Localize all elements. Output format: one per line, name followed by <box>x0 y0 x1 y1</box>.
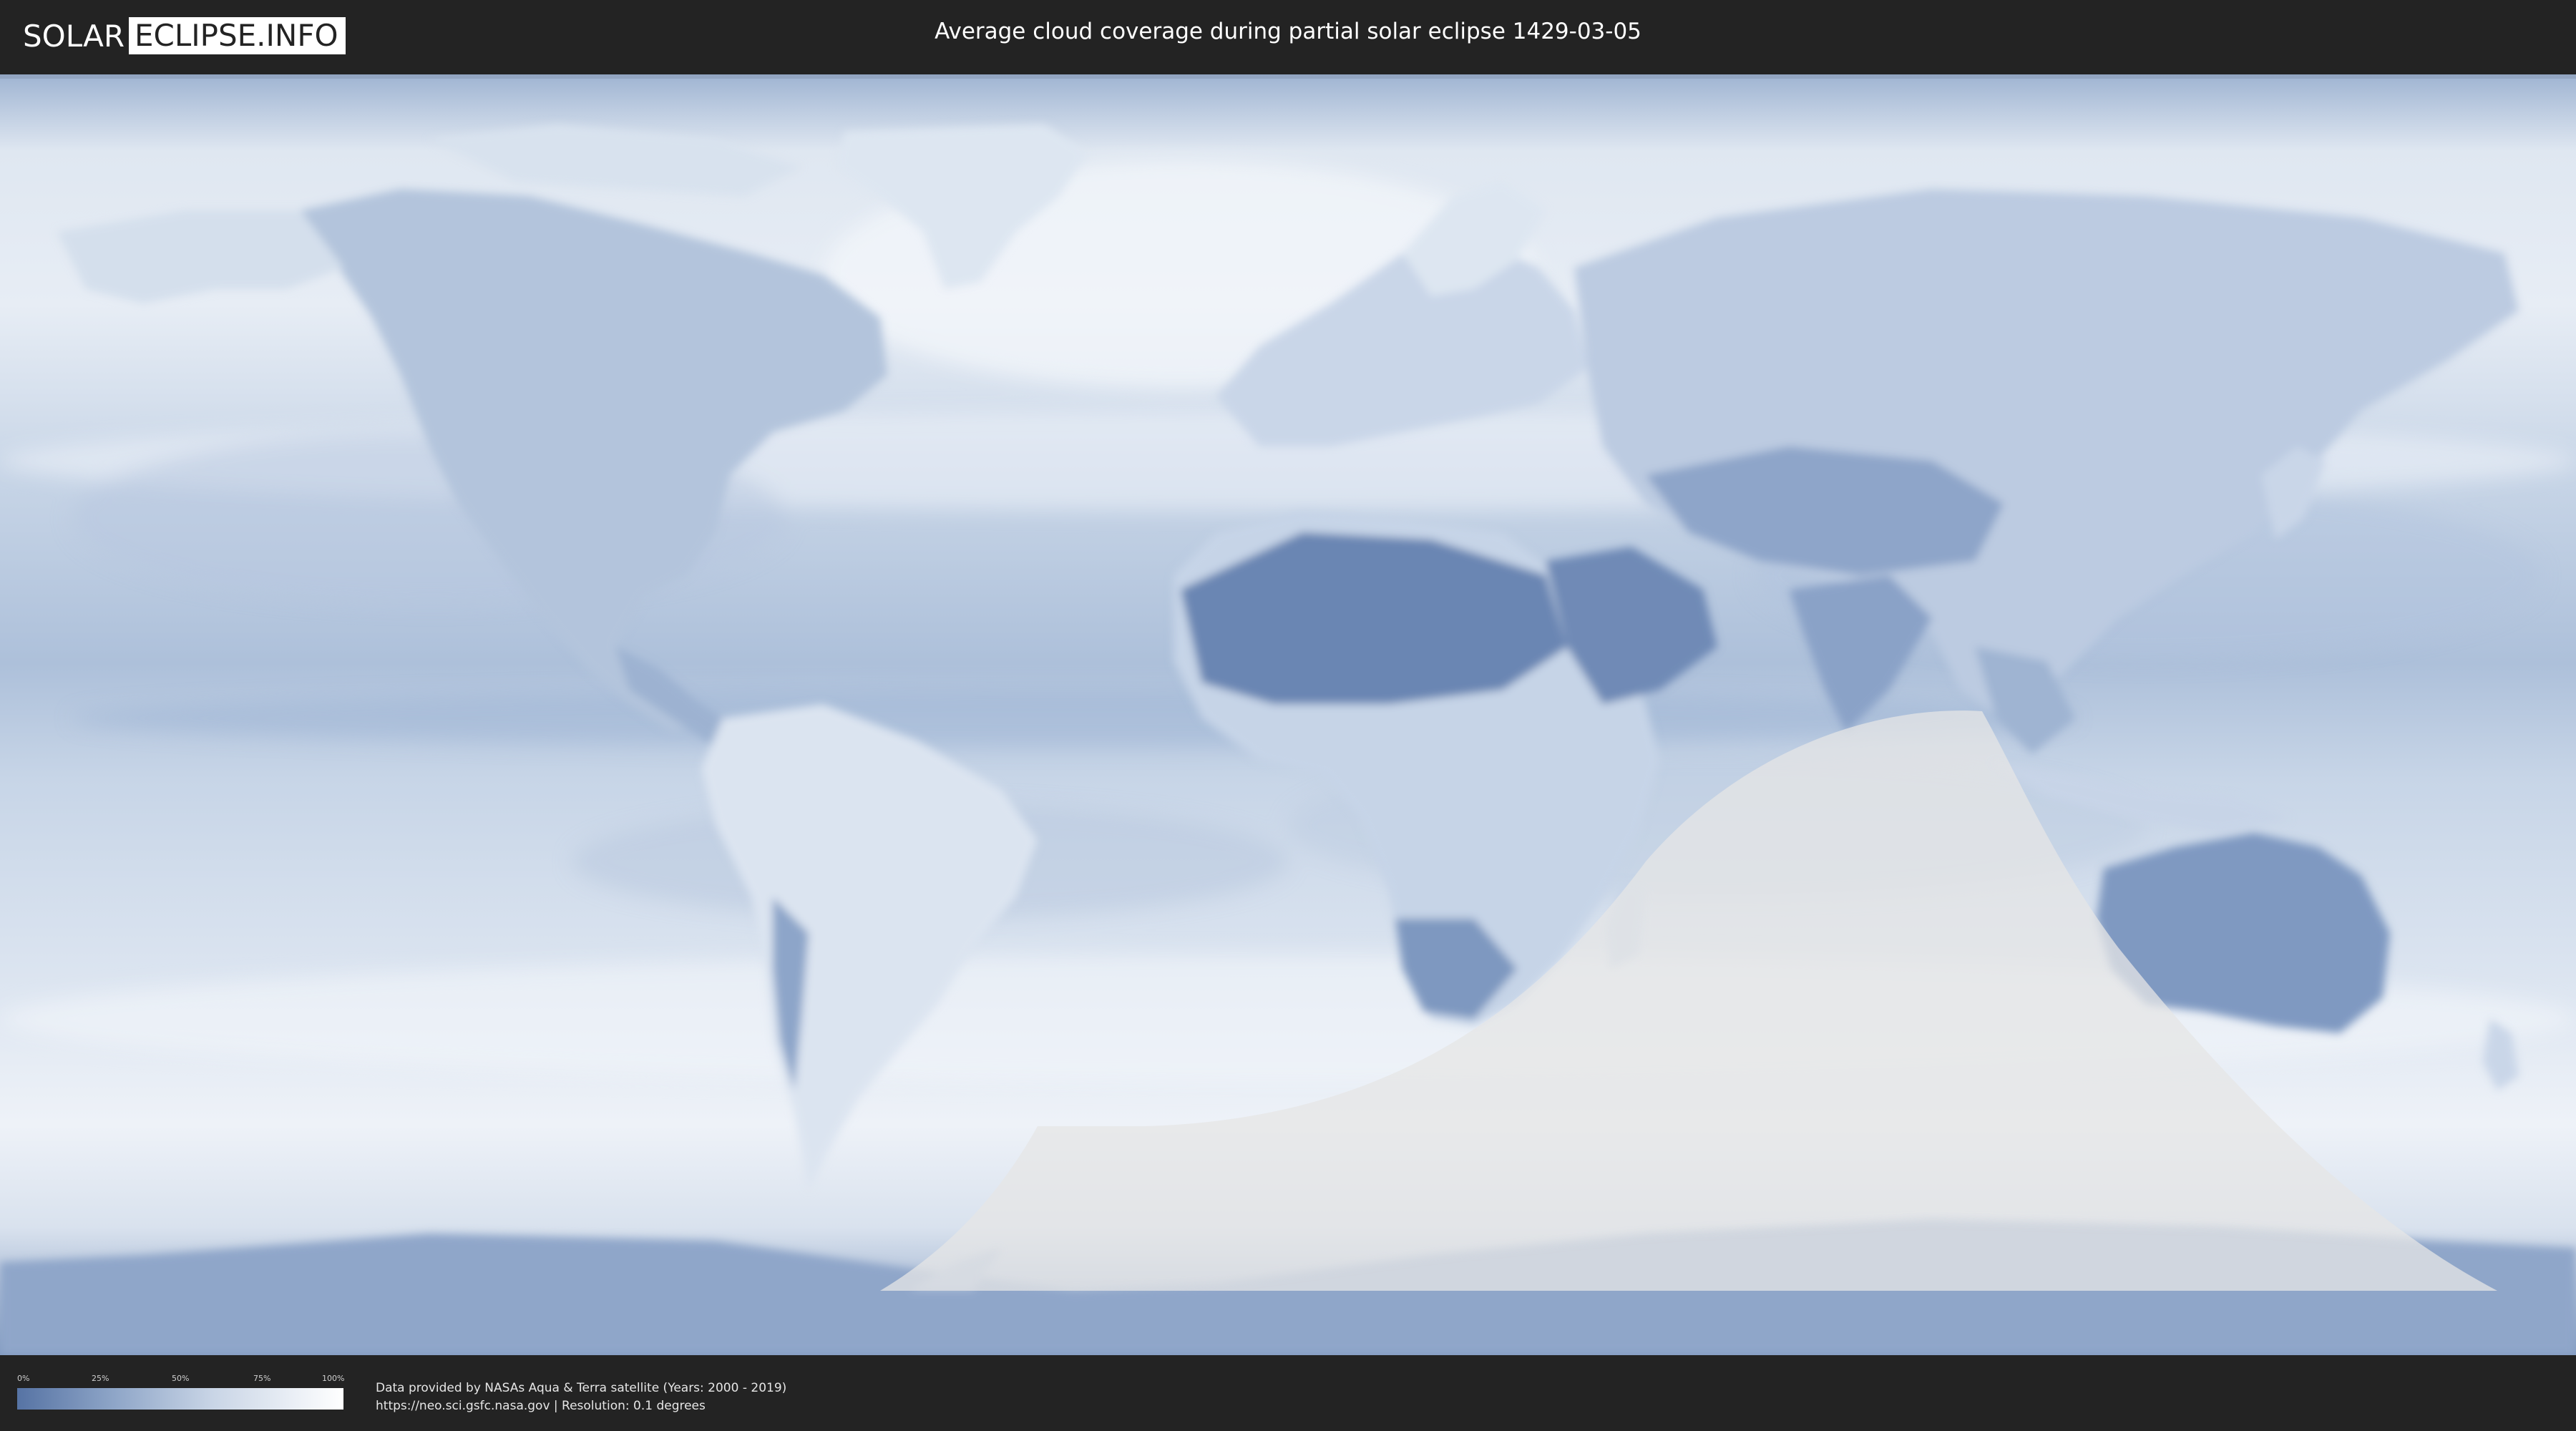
legend-tick-0: 0% <box>17 1374 30 1383</box>
data-credits: Data provided by NASAs Aqua & Terra sate… <box>376 1379 786 1415</box>
legend-tick-100: 100% <box>322 1374 345 1383</box>
cloud-coverage-legend: 0% 25% 50% 75% 100% <box>17 1374 345 1414</box>
legend-tick-75: 75% <box>253 1374 271 1383</box>
credits-line-source: Data provided by NASAs Aqua & Terra sate… <box>376 1381 787 1395</box>
map-top-edge <box>0 74 2576 79</box>
legend-ticks: 0% 25% 50% 75% 100% <box>17 1374 345 1385</box>
page-title: Average cloud coverage during partial so… <box>935 19 1641 44</box>
header-bar: SOLAR ECLIPSE.INFO Average cloud coverag… <box>0 0 2576 73</box>
cloud-coverage-map <box>0 74 2576 1355</box>
legend-gradient-bar <box>17 1388 343 1410</box>
legend-tick-25: 25% <box>92 1374 109 1383</box>
credits-line-url: https://neo.sci.gsfc.nasa.gov | Resoluti… <box>376 1399 706 1413</box>
legend-tick-50: 50% <box>172 1374 190 1383</box>
map-svg <box>0 74 2576 1355</box>
